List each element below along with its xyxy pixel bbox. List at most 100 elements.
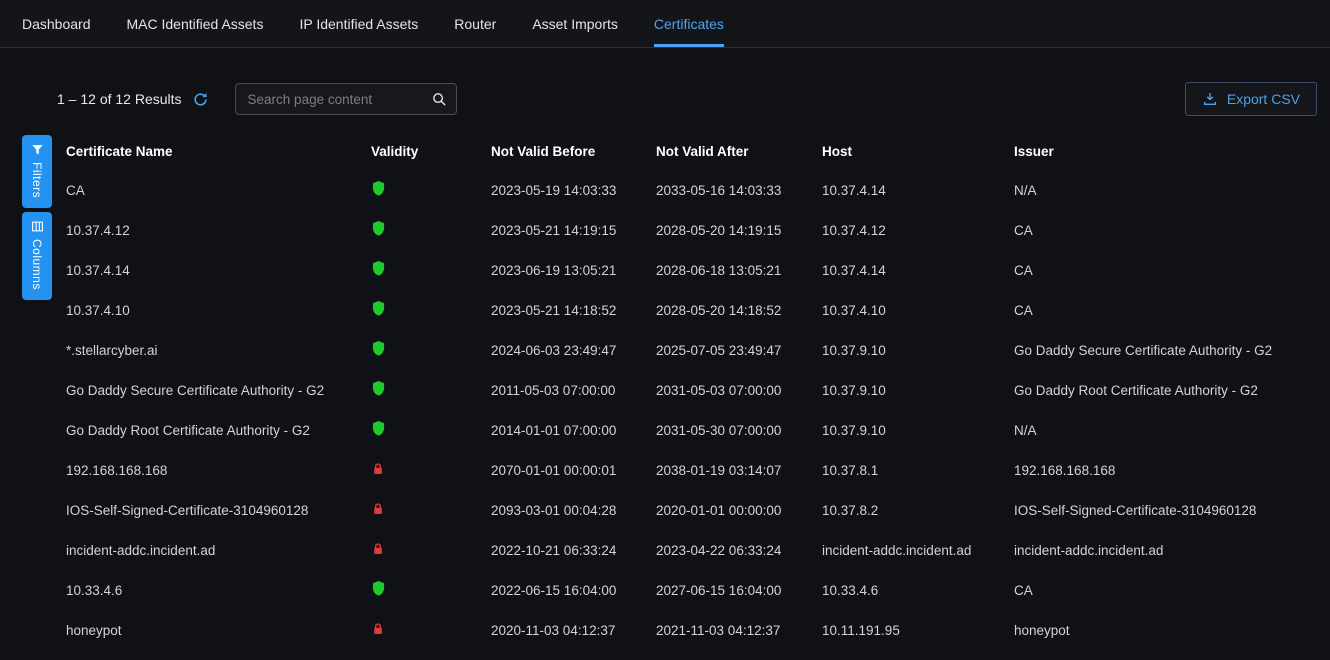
cell-host: 10.11.191.95 <box>813 610 1005 650</box>
cell-issuer: CA <box>1005 250 1317 290</box>
cell-not-valid-after: 2028-06-18 13:05:21 <box>647 250 813 290</box>
cell-issuer: N/A <box>1005 170 1317 210</box>
table-row[interactable]: 10.37.4.102023-05-21 14:18:522028-05-20 … <box>57 290 1317 330</box>
cell-validity <box>362 370 482 410</box>
cell-not-valid-before: 2024-06-03 23:49:47 <box>482 330 647 370</box>
cell-issuer: N/A <box>1005 410 1317 450</box>
cell-certificate-name: Go Daddy Root Certificate Authority - G2 <box>57 410 362 450</box>
invalid-lock-icon <box>371 461 385 477</box>
cell-not-valid-after: 2020-01-01 00:00:00 <box>647 490 813 530</box>
tab-certificates[interactable]: Certificates <box>654 0 724 47</box>
nav-tabs: Dashboard MAC Identified Assets IP Identif… <box>22 0 760 47</box>
cell-host: 10.37.8.1 <box>813 450 1005 490</box>
filters-label: Filters <box>30 162 44 198</box>
cell-issuer: incident-addc.incident.ad <box>1005 530 1317 570</box>
cell-not-valid-before: 2070-01-01 00:00:01 <box>482 450 647 490</box>
cell-not-valid-before: 2023-06-19 13:05:21 <box>482 250 647 290</box>
table-row[interactable]: 192.168.168.1682070-01-01 00:00:012038-0… <box>57 450 1317 490</box>
cell-not-valid-after: 2025-07-05 23:49:47 <box>647 330 813 370</box>
cell-not-valid-before: 2022-10-21 06:33:24 <box>482 530 647 570</box>
table-row[interactable]: *.stellarcyber.ai 2024-06-03 23:49:472025… <box>57 330 1317 370</box>
valid-shield-icon <box>371 380 386 397</box>
cell-certificate-name: honeypot <box>57 610 362 650</box>
cell-not-valid-after: 2038-01-19 03:14:07 <box>647 450 813 490</box>
cell-host: 10.37.9.10 <box>813 410 1005 450</box>
cell-issuer: CA <box>1005 570 1317 610</box>
table-row[interactable]: honeypot2020-11-03 04:12:372021-11-03 04… <box>57 610 1317 650</box>
valid-shield-icon <box>371 340 386 357</box>
tab-asset-imports[interactable]: Asset Imports <box>532 0 618 47</box>
columns-label: Columns <box>30 239 44 290</box>
cell-host: incident-addc.incident.ad <box>813 530 1005 570</box>
column-header-host[interactable]: Host <box>813 132 1005 170</box>
cell-certificate-name: Go Daddy Secure Certificate Authority - … <box>57 370 362 410</box>
valid-shield-icon <box>371 580 386 597</box>
cell-certificate-name: *.stellarcyber.ai <box>57 330 362 370</box>
table-row[interactable]: 10.33.4.62022-06-15 16:04:002027-06-15 1… <box>57 570 1317 610</box>
cell-certificate-name: 10.37.4.14 <box>57 250 362 290</box>
column-header-not-valid-before[interactable]: Not Valid Before <box>482 132 647 170</box>
cell-not-valid-before: 2093-03-01 00:04:28 <box>482 490 647 530</box>
download-icon <box>1202 91 1218 107</box>
invalid-lock-icon <box>371 541 385 557</box>
table-body: CA2023-05-19 14:03:332033-05-16 14:03:33… <box>57 170 1317 650</box>
columns-button[interactable]: Columns <box>22 212 52 300</box>
column-header-validity[interactable]: Validity <box>362 132 482 170</box>
cell-validity <box>362 450 482 490</box>
cell-issuer: CA <box>1005 210 1317 250</box>
invalid-lock-icon <box>371 621 385 637</box>
cell-not-valid-before: 2023-05-19 14:03:33 <box>482 170 647 210</box>
cell-not-valid-after: 2028-05-20 14:18:52 <box>647 290 813 330</box>
cell-validity <box>362 290 482 330</box>
cell-host: 10.37.8.2 <box>813 490 1005 530</box>
cell-not-valid-after: 2028-05-20 14:19:15 <box>647 210 813 250</box>
cell-certificate-name: incident-addc.incident.ad <box>57 530 362 570</box>
filter-icon <box>31 143 44 156</box>
table-row[interactable]: 10.37.4.122023-05-21 14:19:152028-05-20 … <box>57 210 1317 250</box>
cell-issuer: IOS-Self-Signed-Certificate-3104960128 <box>1005 490 1317 530</box>
export-csv-button[interactable]: Export CSV <box>1185 82 1317 116</box>
certificates-table: Certificate NameValidityNot Valid Before… <box>57 132 1317 650</box>
table-row[interactable]: incident-addc.incident.ad 2022-10-21 06:3… <box>57 530 1317 570</box>
table-row[interactable]: Go Daddy Secure Certificate Authority - … <box>57 370 1317 410</box>
search-input[interactable] <box>246 91 431 108</box>
cell-host: 10.33.4.6 <box>813 570 1005 610</box>
cell-validity <box>362 210 482 250</box>
invalid-lock-icon <box>371 501 385 517</box>
top-nav: Dashboard MAC Identified Assets IP Identif… <box>0 0 1330 48</box>
cell-validity <box>362 490 482 530</box>
filters-button[interactable]: Filters <box>22 135 52 208</box>
table-row[interactable]: Go Daddy Root Certificate Authority - G2… <box>57 410 1317 450</box>
column-header-certificate-name[interactable]: Certificate Name <box>57 132 362 170</box>
valid-shield-icon <box>371 420 386 437</box>
table-row[interactable]: 10.37.4.14 2023-06-19 13:05:212028-06-18 … <box>57 250 1317 290</box>
cell-not-valid-before: 2023-05-21 14:18:52 <box>482 290 647 330</box>
tab-router[interactable]: Router <box>454 0 496 47</box>
cell-certificate-name: CA <box>57 170 362 210</box>
tab-dashboard[interactable]: Dashboard <box>22 0 91 47</box>
cell-not-valid-before: 2011-05-03 07:00:00 <box>482 370 647 410</box>
table-row[interactable]: CA2023-05-19 14:03:332033-05-16 14:03:33… <box>57 170 1317 210</box>
cell-validity <box>362 330 482 370</box>
cell-host: 10.37.4.14 <box>813 250 1005 290</box>
cell-not-valid-before: 2014-01-01 07:00:00 <box>482 410 647 450</box>
cell-not-valid-after: 2023-04-22 06:33:24 <box>647 530 813 570</box>
cell-validity <box>362 610 482 650</box>
refresh-button[interactable] <box>192 91 209 108</box>
tab-mac-identified-assets[interactable]: MAC Identified Assets <box>127 0 264 47</box>
columns-icon <box>31 220 44 233</box>
cell-not-valid-after: 2027-06-15 16:04:00 <box>647 570 813 610</box>
column-header-issuer[interactable]: Issuer <box>1005 132 1317 170</box>
tab-ip-identified-assets[interactable]: IP Identified Assets <box>299 0 418 47</box>
search-box <box>235 83 457 115</box>
cell-validity <box>362 570 482 610</box>
table-row[interactable]: IOS-Self-Signed-Certificate-3104960128 20… <box>57 490 1317 530</box>
cell-not-valid-before: 2023-05-21 14:19:15 <box>482 210 647 250</box>
cell-host: 10.37.4.14 <box>813 170 1005 210</box>
cell-certificate-name: 10.33.4.6 <box>57 570 362 610</box>
cell-not-valid-after: 2031-05-30 07:00:00 <box>647 410 813 450</box>
column-header-not-valid-after[interactable]: Not Valid After <box>647 132 813 170</box>
cell-not-valid-after: 2031-05-03 07:00:00 <box>647 370 813 410</box>
cell-validity <box>362 530 482 570</box>
search-icon[interactable] <box>431 91 448 108</box>
